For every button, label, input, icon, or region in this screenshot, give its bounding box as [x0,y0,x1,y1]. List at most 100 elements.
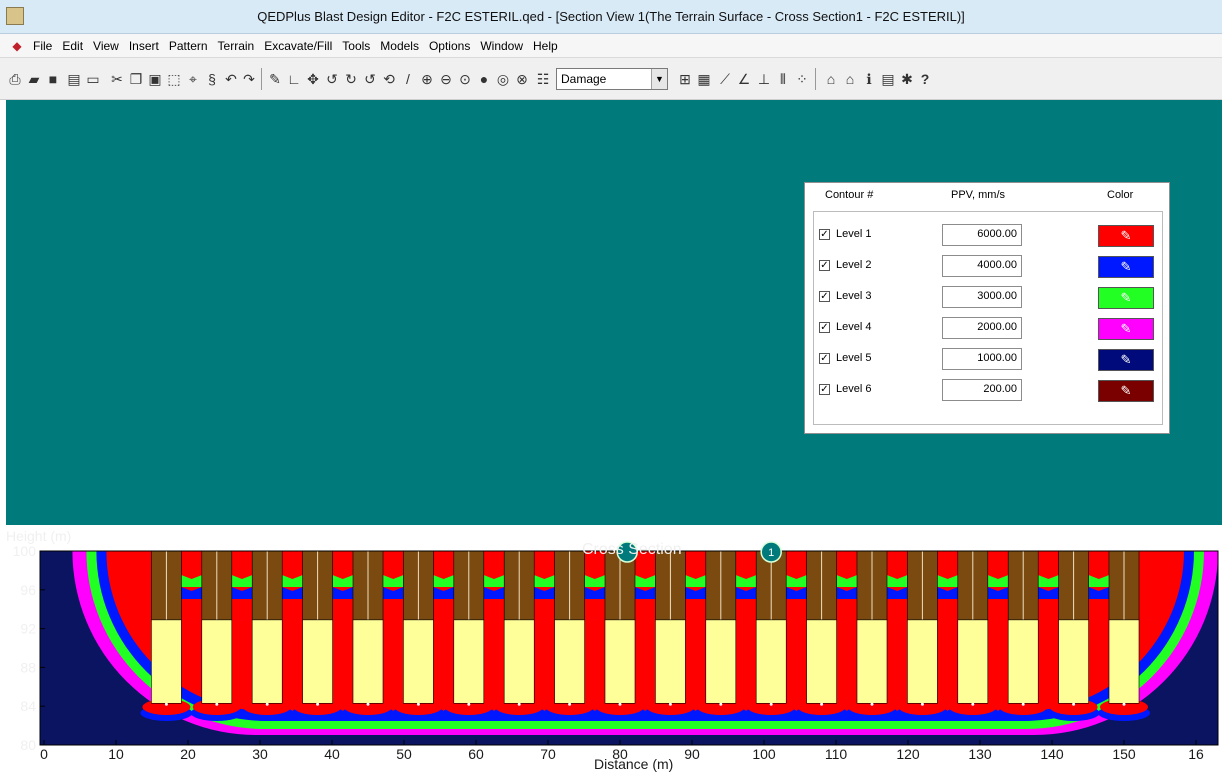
hole-charge [251,619,283,704]
hole-toe [416,702,420,706]
menu-pattern[interactable]: Pattern [164,39,213,53]
section-icon[interactable]: ⊞ [676,70,694,88]
chart-title: Cross Section [582,541,682,558]
home-icon[interactable]: ⌂ [822,70,840,88]
menu-help[interactable]: Help [528,39,563,53]
contour-legend-panel: Contour # PPV, mm/s Color ✓ Level 1 6000… [804,182,1170,434]
zoom-previous-icon[interactable]: ⊗ [513,70,531,88]
level-4-ppv-input[interactable]: 2000.00 [942,317,1022,339]
x-tick-label: 30 [252,746,268,762]
level-5-checkbox[interactable]: ✓ [819,353,830,364]
hole-charge [151,619,182,704]
copy-icon[interactable]: ❐ [127,70,145,88]
level-3-checkbox[interactable]: ✓ [819,291,830,302]
calculator-icon[interactable]: ▤ [879,70,897,88]
grid-icon[interactable]: ▦ [695,70,713,88]
zoom-all-icon[interactable]: ● [475,70,493,88]
menu-insert[interactable]: Insert [124,39,164,53]
select-lasso-icon[interactable]: ⌖ [184,70,202,88]
menu-models[interactable]: Models [375,39,424,53]
menu-edit[interactable]: Edit [57,39,88,53]
window-icon[interactable]: ▭ [84,70,102,88]
hole-toe [719,702,723,706]
view-mode-select[interactable]: Damage ▼ [556,68,668,90]
redo-icon[interactable]: ↷ [240,70,258,88]
zoom-window-icon[interactable]: ⊙ [456,70,474,88]
info-icon[interactable]: ℹ [860,70,878,88]
zoom-out-icon[interactable]: ⊖ [437,70,455,88]
rotate-icon[interactable]: ↺ [323,70,341,88]
hole-charge [755,619,787,704]
holes-icon[interactable]: ⫴ [774,70,792,88]
level-2-label: Level 2 [836,259,872,271]
move-icon[interactable]: ✥ [304,70,322,88]
hole-charge [201,619,233,704]
help-icon[interactable]: ? [916,70,934,88]
print-icon[interactable]: ⎙ [6,70,24,88]
rotate-right-icon[interactable]: ↺ [361,70,379,88]
menu-excavate-fill[interactable]: Excavate/Fill [259,39,337,53]
document-menu-icon[interactable]: ◆ [8,39,26,53]
print-preview-icon[interactable]: ▤ [65,70,83,88]
link-icon[interactable]: § [203,70,221,88]
menu-tools[interactable]: Tools [337,39,375,53]
level-4-label: Level 4 [836,321,872,333]
save-icon[interactable]: ■ [44,70,62,88]
hole-toe [366,702,370,706]
x-tick-label: 130 [968,746,992,762]
level-1-ppv-input[interactable]: 6000.00 [942,224,1022,246]
zoom-extents-icon[interactable]: ◎ [494,70,512,88]
hole-charge [554,619,585,704]
zoom-in-icon[interactable]: ⊕ [418,70,436,88]
open-icon[interactable]: ▰ [25,70,43,88]
hole-charge [352,619,384,704]
level-4-checkbox[interactable]: ✓ [819,322,830,333]
measure-icon[interactable]: ⟋ [716,70,734,88]
level-6-color-button[interactable]: ✎ [1098,380,1154,402]
x-tick-label: 50 [396,746,412,762]
home-export-icon[interactable]: ⌂ [841,70,859,88]
x-tick-label: 140 [1040,746,1064,762]
angle-icon[interactable]: ∠ [735,70,753,88]
hole-charge [856,619,888,704]
section-marker-label: 1 [768,547,774,559]
rotate-left-icon[interactable]: ↻ [342,70,360,88]
level-3-ppv-input[interactable]: 3000.00 [942,286,1022,308]
hole-toe [769,702,773,706]
level-5-color-button[interactable]: ✎ [1098,349,1154,371]
tools-icon[interactable]: ✱ [898,70,916,88]
level-2-ppv-input[interactable]: 4000.00 [942,255,1022,277]
axis-icon[interactable]: ∟ [285,70,303,88]
undo-icon[interactable]: ↶ [222,70,240,88]
level-5-ppv-input[interactable]: 1000.00 [942,348,1022,370]
scatter-icon[interactable]: ⁘ [793,70,811,88]
menu-window[interactable]: Window [475,39,528,53]
chevron-down-icon[interactable]: ▼ [651,69,667,89]
menu-view[interactable]: View [88,39,124,53]
paste-icon[interactable]: ▣ [146,70,164,88]
level-1-checkbox[interactable]: ✓ [819,229,830,240]
level-2-checkbox[interactable]: ✓ [819,260,830,271]
axes-icon[interactable]: ⊥ [755,70,773,88]
rotate-flip-icon[interactable]: ⟲ [380,70,398,88]
draw-line-icon[interactable]: / [399,70,417,88]
layers-icon[interactable]: ☷ [534,70,552,88]
level-6-checkbox[interactable]: ✓ [819,384,830,395]
cut-icon[interactable]: ✂ [108,70,126,88]
level-2-color-button[interactable]: ✎ [1098,256,1154,278]
contour-rows: ✓ Level 1 6000.00 ✎ ✓ Level 2 4000.00 ✎ … [813,211,1163,425]
level-6-ppv-input[interactable]: 200.00 [942,379,1022,401]
level-3-color-button[interactable]: ✎ [1098,287,1154,309]
x-tick-label: 70 [540,746,556,762]
level-1-color-button[interactable]: ✎ [1098,225,1154,247]
pencil-icon[interactable]: ✎ [266,70,284,88]
level-4-color-button[interactable]: ✎ [1098,318,1154,340]
menu-options[interactable]: Options [424,39,475,53]
ppv-header: PPV, mm/s [951,189,1005,201]
cross-section-chart[interactable]: 1 0 10 20 30 40 50 60 70 80 90 100 110 120 130 140 150 1… [0,525,1222,772]
menu-file[interactable]: File [28,39,57,53]
hole-charge [1058,619,1089,704]
x-tick-label: 90 [684,746,700,762]
select-rect-icon[interactable]: ⬚ [165,70,183,88]
menu-terrain[interactable]: Terrain [213,39,260,53]
